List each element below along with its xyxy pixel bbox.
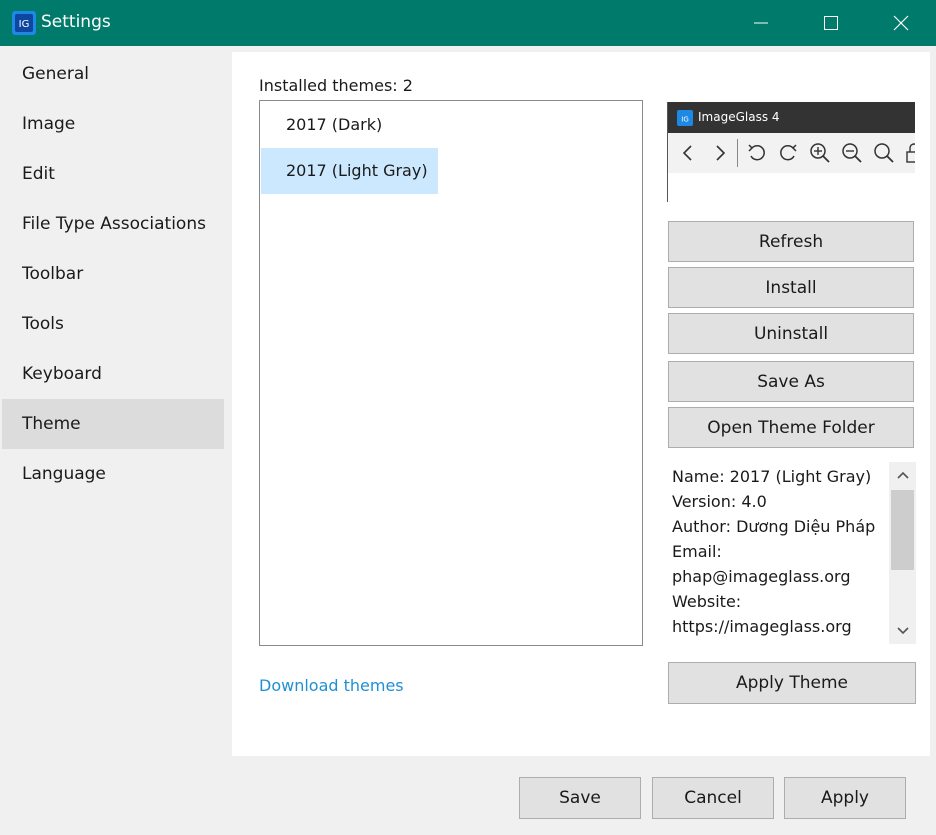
- theme-info-name: Name: 2017 (Light Gray): [672, 467, 872, 486]
- imageglass-app-icon: IG: [677, 110, 693, 126]
- sidebar-item-toolbar[interactable]: Toolbar: [2, 249, 224, 299]
- back-icon: [682, 145, 692, 161]
- theme-info-email: phap@imageglass.org: [672, 567, 851, 586]
- settings-sidebar: General Image Edit File Type Association…: [2, 46, 225, 756]
- save-as-button[interactable]: Save As: [668, 361, 914, 402]
- imageglass-app-icon: IG: [12, 11, 36, 35]
- theme-info-website: https://imageglass.org: [672, 617, 852, 636]
- open-theme-folder-button[interactable]: Open Theme Folder: [668, 407, 914, 448]
- minimize-icon: [754, 22, 768, 24]
- preview-title-bar: IG ImageGlass 4: [668, 102, 915, 133]
- sidebar-item-image[interactable]: Image: [2, 99, 224, 149]
- zoom-in-icon: [810, 143, 830, 163]
- apply-theme-button[interactable]: Apply Theme: [668, 662, 916, 704]
- sidebar-item-theme[interactable]: Theme: [2, 399, 224, 449]
- theme-info-text: Name: 2017 (Light Gray) Version: 4.0 Aut…: [672, 464, 888, 639]
- close-button[interactable]: [866, 0, 936, 46]
- rotate-right-icon: [780, 144, 797, 161]
- sidebar-item-tools[interactable]: Tools: [2, 299, 224, 349]
- preview-toolbar: [668, 133, 915, 173]
- save-button[interactable]: Save: [519, 777, 641, 819]
- maximize-icon: [824, 16, 838, 30]
- zoom-out-icon: [842, 143, 862, 163]
- download-themes-link[interactable]: Download themes: [259, 676, 404, 695]
- theme-preview: IG ImageGlass 4: [667, 102, 915, 202]
- uninstall-button[interactable]: Uninstall: [668, 313, 914, 354]
- scroll-down-button[interactable]: [889, 618, 916, 644]
- info-scrollbar[interactable]: [889, 462, 916, 644]
- chevron-up-icon: [896, 471, 909, 479]
- svg-text:IG: IG: [19, 19, 30, 30]
- theme-info-author: Author: Dương Diệu Pháp: [672, 517, 876, 536]
- title-bar: IG Settings: [0, 0, 936, 46]
- installed-themes-label: Installed themes: 2: [259, 76, 413, 95]
- theme-info-email-label: Email:: [672, 542, 722, 561]
- lock-icon: [906, 143, 915, 163]
- theme-list-item-selected[interactable]: 2017 (Light Gray): [261, 148, 438, 194]
- sidebar-item-general[interactable]: General: [2, 49, 224, 99]
- cancel-button[interactable]: Cancel: [652, 777, 774, 819]
- theme-list[interactable]: 2017 (Dark) 2017 (Light Gray): [259, 100, 643, 646]
- rotate-left-icon: [748, 144, 765, 161]
- refresh-button[interactable]: Refresh: [668, 221, 914, 262]
- sidebar-item-file-type-associations[interactable]: File Type Associations: [2, 199, 224, 249]
- maximize-button[interactable]: [796, 0, 866, 46]
- forward-icon: [716, 145, 726, 161]
- theme-list-item[interactable]: 2017 (Dark): [261, 102, 392, 148]
- theme-info-website-label: Website:: [672, 592, 742, 611]
- theme-info-box[interactable]: Name: 2017 (Light Gray) Version: 4.0 Aut…: [668, 462, 916, 644]
- theme-info-version: Version: 4.0: [672, 492, 767, 511]
- sidebar-item-keyboard[interactable]: Keyboard: [2, 349, 224, 399]
- scroll-up-button[interactable]: [889, 462, 916, 488]
- zoom-fit-icon: [874, 143, 894, 163]
- toolbar-separator: [737, 139, 738, 167]
- apply-button[interactable]: Apply: [784, 777, 906, 819]
- install-button[interactable]: Install: [668, 267, 914, 308]
- close-icon: [893, 15, 909, 31]
- theme-settings-panel: Installed themes: 2 2017 (Dark) 2017 (Li…: [232, 52, 930, 756]
- sidebar-item-language[interactable]: Language: [2, 449, 224, 499]
- scroll-thumb[interactable]: [891, 490, 914, 570]
- chevron-down-icon: [896, 627, 909, 635]
- svg-text:IG: IG: [681, 116, 689, 124]
- preview-app-title: ImageGlass 4: [698, 110, 780, 124]
- sidebar-item-edit[interactable]: Edit: [2, 149, 224, 199]
- minimize-button[interactable]: [726, 0, 796, 46]
- window-title: Settings: [41, 12, 111, 32]
